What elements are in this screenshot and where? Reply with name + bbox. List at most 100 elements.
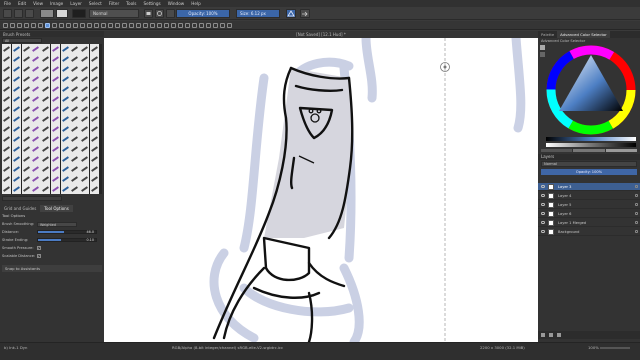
brush-preset-tile[interactable] <box>41 104 51 114</box>
color-history-icon[interactable] <box>540 52 545 57</box>
brush-preset-tile[interactable] <box>50 94 60 104</box>
brush-preset-tile[interactable] <box>50 114 60 124</box>
size-slider[interactable]: Size: 6.12 px <box>236 9 280 18</box>
brush-tag-filter[interactable]: All <box>2 38 42 43</box>
menu-tools[interactable]: Tools <box>126 1 136 6</box>
preserve-alpha-button[interactable] <box>166 9 175 18</box>
brush-preset-tile[interactable] <box>89 54 99 64</box>
ellipse-select-tool-icon[interactable] <box>171 22 176 28</box>
brush-preset-tile[interactable] <box>50 44 60 54</box>
layer-row[interactable]: Layer 3 <box>538 183 640 191</box>
smoothing-mode-select[interactable]: Weighted <box>37 221 77 227</box>
brush-preset-tile[interactable] <box>41 174 51 184</box>
brush-preset-tile[interactable] <box>89 94 99 104</box>
brush-preset-tile[interactable] <box>31 174 41 184</box>
brush-preset-tile[interactable] <box>70 184 80 194</box>
brush-preset-tile[interactable] <box>50 124 60 134</box>
brush-preset-tile[interactable] <box>70 164 80 174</box>
open-document-button[interactable] <box>14 9 23 18</box>
fill-tool-icon[interactable] <box>122 22 127 28</box>
brush-preset-tile[interactable] <box>41 44 51 54</box>
brush-preset-tile[interactable] <box>50 84 60 94</box>
brush-preset-tile[interactable] <box>89 144 99 154</box>
select-tool-icon[interactable] <box>3 22 8 28</box>
brush-preset-tile[interactable] <box>50 64 60 74</box>
brush-preset-tile[interactable] <box>21 184 31 194</box>
menu-layer[interactable]: Layer <box>70 1 82 6</box>
stroke-ending-slider[interactable]: 0.10 <box>37 238 97 242</box>
brush-preset-tile[interactable] <box>80 64 90 74</box>
brush-preset-tile[interactable] <box>70 84 80 94</box>
brush-preset-tile[interactable] <box>70 144 80 154</box>
gradient-tool-icon[interactable] <box>129 22 134 28</box>
move-tool-icon[interactable] <box>17 22 22 28</box>
dynamic-brush-tool-icon[interactable] <box>101 22 106 28</box>
brush-preset-tile[interactable] <box>31 124 41 134</box>
brush-preset-tile[interactable] <box>31 184 41 194</box>
reload-preset-button[interactable] <box>155 9 164 18</box>
brush-preset-tile[interactable] <box>21 114 31 124</box>
brush-preset-tile[interactable] <box>89 124 99 134</box>
brush-preset-tile[interactable] <box>21 84 31 94</box>
brush-preset-tile[interactable] <box>31 94 41 104</box>
tab-grid-and-guides[interactable]: Grid and Guides <box>0 205 40 212</box>
brush-preset-tile[interactable] <box>21 54 31 64</box>
brush-preset-tile[interactable] <box>21 174 31 184</box>
brush-preset-tile[interactable] <box>80 164 90 174</box>
menu-file[interactable]: File <box>4 1 11 6</box>
brush-preset-tile[interactable] <box>60 184 70 194</box>
brush-preset-tile[interactable] <box>21 134 31 144</box>
brush-preset-tile[interactable] <box>11 174 21 184</box>
brush-preset-tile[interactable] <box>50 164 60 174</box>
brush-preset-tile[interactable] <box>50 74 60 84</box>
canvas[interactable] <box>104 38 538 342</box>
brush-preset-tile[interactable] <box>41 144 51 154</box>
add-layer-icon[interactable] <box>541 333 545 337</box>
zoom-tool-icon[interactable] <box>220 22 225 28</box>
brush-preset-tile[interactable] <box>70 104 80 114</box>
brush-preset-tile[interactable] <box>21 74 31 84</box>
similar-select-tool-icon[interactable] <box>199 22 204 28</box>
brush-preset-tile[interactable] <box>21 144 31 154</box>
multibrush-tool-icon[interactable] <box>108 22 113 28</box>
brush-preset-tile[interactable] <box>2 144 12 154</box>
brush-preset-tile[interactable] <box>11 64 21 74</box>
assistant-tool-icon[interactable] <box>143 22 148 28</box>
brush-preset-tile[interactable] <box>89 44 99 54</box>
brush-preset-tile[interactable] <box>2 64 12 74</box>
reference-tool-icon[interactable] <box>157 22 162 28</box>
path-tool-icon[interactable] <box>38 22 43 28</box>
brush-preset-tile[interactable] <box>89 174 99 184</box>
brush-preset-tile[interactable] <box>60 144 70 154</box>
brush-preset-tile[interactable] <box>21 124 31 134</box>
pan-tool-icon[interactable] <box>227 22 232 28</box>
menu-window[interactable]: Window <box>168 1 185 6</box>
layer-row[interactable]: Layer 1 Merged <box>538 219 640 227</box>
brush-preset-tile[interactable] <box>2 164 12 174</box>
tab-advanced-color-selector[interactable]: Advanced Color Selector <box>557 31 610 38</box>
magnetic-select-tool-icon[interactable] <box>213 22 218 28</box>
brush-preset-tile[interactable] <box>21 104 31 114</box>
brush-preset-tile[interactable] <box>80 144 90 154</box>
brush-preset-tile[interactable] <box>31 154 41 164</box>
brush-preset-tile[interactable] <box>70 54 80 64</box>
brush-preset-tile[interactable] <box>31 134 41 144</box>
menu-edit[interactable]: Edit <box>18 1 26 6</box>
brush-preset-tile[interactable] <box>89 64 99 74</box>
brush-preset-tile[interactable] <box>2 104 12 114</box>
brush-preset-tile[interactable] <box>60 174 70 184</box>
smart-patch-tool-icon[interactable] <box>115 22 120 28</box>
brush-preset-tile[interactable] <box>80 44 90 54</box>
lock-icon[interactable] <box>635 221 638 224</box>
brush-preset-tile[interactable] <box>80 74 90 84</box>
brush-preset-tile[interactable] <box>70 74 80 84</box>
brush-preset-tile[interactable] <box>11 54 21 64</box>
wrap-mode-button[interactable] <box>300 9 310 18</box>
brush-preset-tile[interactable] <box>50 174 60 184</box>
lock-icon[interactable] <box>635 230 638 233</box>
layer-row[interactable]: Layer 5 <box>538 201 640 209</box>
menu-help[interactable]: Help <box>191 1 201 6</box>
brush-preset-tile[interactable] <box>2 94 12 104</box>
brush-preset-tile[interactable] <box>60 94 70 104</box>
brush-preset-tile[interactable] <box>11 44 21 54</box>
